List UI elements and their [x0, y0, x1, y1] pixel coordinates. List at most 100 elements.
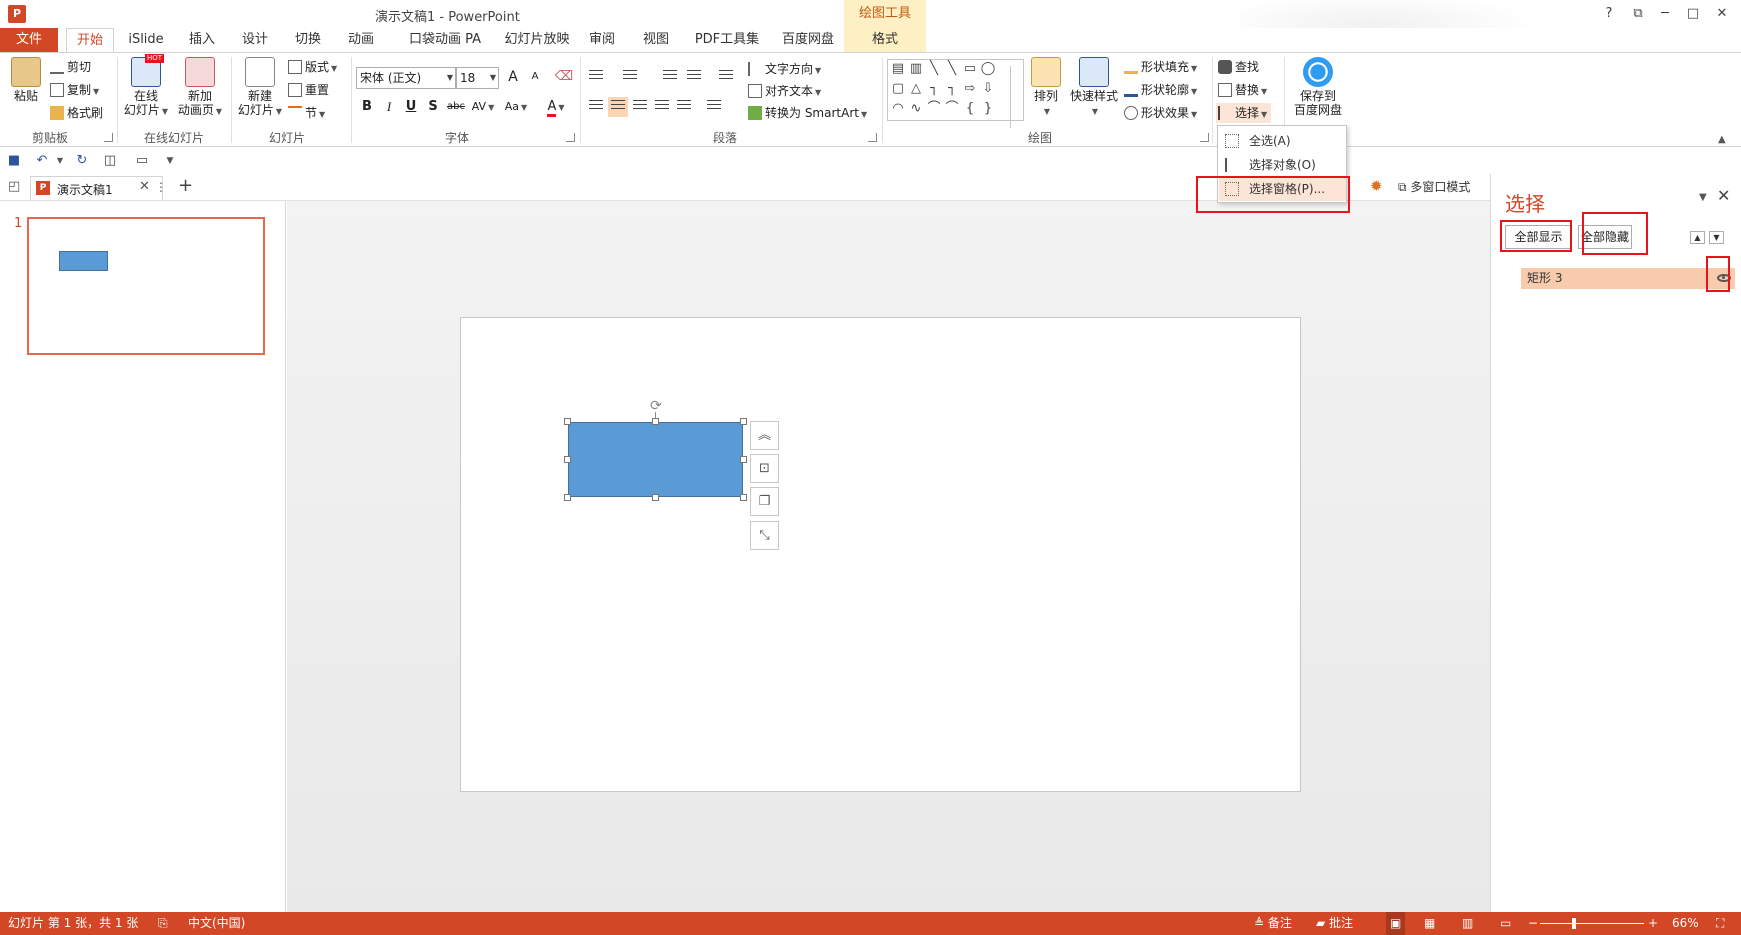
tab-home[interactable]: 开始 [66, 28, 114, 53]
tab-file[interactable]: 文件 [0, 28, 58, 52]
align-text-button[interactable]: 对齐文本 ▼ [748, 81, 821, 101]
presentation-icon[interactable]: ▭ [132, 151, 152, 171]
slide-sorter-icon[interactable]: ▦ [1424, 912, 1435, 935]
layout-button[interactable]: 版式 ▼ [288, 57, 337, 77]
right-arrow-shape-icon[interactable]: ⇨ [962, 82, 978, 96]
pane-options-icon[interactable]: ▼ [1699, 192, 1707, 203]
collapse-ribbon-icon[interactable]: ▲ [1718, 134, 1726, 145]
line-shape-icon[interactable]: ╲ [926, 62, 942, 76]
selection-item-rectangle[interactable]: 矩形 3 [1521, 268, 1735, 289]
curve-shape-icon[interactable]: ⌒ [944, 102, 960, 116]
comments-button[interactable]: ▰ 批注 [1316, 912, 1353, 935]
close-tab-icon[interactable]: ✕ [139, 179, 150, 194]
tab-islide[interactable]: iSlide [122, 28, 170, 52]
new-slide-button[interactable]: 新建 幻灯片 ▼ [236, 57, 284, 119]
paste-button[interactable]: 粘贴 [8, 57, 44, 103]
right-brace-shape-icon[interactable]: } [980, 102, 996, 116]
rectangle-shape[interactable] [568, 422, 743, 497]
shapes-gallery[interactable]: ▤ ▥ ╲ ╲ ▭ ◯ ▢ △ ┐ ┐ ⇨ ⇩ ◠ ∿ ⌒ ⌒ { } [887, 59, 1024, 128]
help-button[interactable]: ? [1599, 4, 1619, 24]
clear-formatting-icon[interactable]: ⌫ [554, 67, 574, 87]
triangle-shape-icon[interactable]: △ [908, 82, 924, 96]
grow-font-button[interactable]: A [503, 67, 523, 87]
scribble-shape-icon[interactable]: ∿ [908, 102, 924, 116]
minimize-button[interactable]: ─ [1655, 4, 1675, 24]
resize-handle-s[interactable] [652, 494, 659, 501]
menu-item-select-objects[interactable]: 选择对象(O) [1219, 153, 1346, 177]
bring-forward-button[interactable]: ▲ [1690, 231, 1705, 244]
convert-smartart-button[interactable]: 转换为 SmartArt ▼ [748, 103, 867, 123]
normal-view-icon[interactable]: ▣ [1386, 912, 1406, 935]
reading-view-icon[interactable]: ▥ [1462, 912, 1473, 935]
text-direction-button[interactable]: 文字方向 ▼ [748, 59, 821, 79]
maximize-button[interactable]: □ [1683, 4, 1703, 24]
tab-baidu-netdisk[interactable]: 百度网盘 [774, 28, 842, 52]
tab-transitions[interactable]: 切换 [284, 28, 332, 52]
line-spacing-button[interactable] [716, 67, 736, 87]
zoom-level[interactable]: 66% [1672, 912, 1699, 935]
new-tab-button[interactable]: + [178, 175, 193, 196]
arrow-line-shape-icon[interactable]: ╲ [944, 62, 960, 76]
section-button[interactable]: 节 ▼ [288, 103, 325, 123]
quick-styles-button[interactable]: 快速样式 ▼ [1066, 57, 1122, 119]
find-button[interactable]: 查找 [1218, 57, 1259, 77]
resize-handle-e[interactable] [740, 456, 747, 463]
font-launcher-icon[interactable] [566, 133, 575, 142]
tab-animations[interactable]: 动画 [337, 28, 385, 52]
tab-review[interactable]: 审阅 [580, 28, 624, 52]
reset-button[interactable]: 重置 [288, 80, 329, 100]
increase-indent-button[interactable] [684, 67, 704, 87]
tab-slideshow[interactable]: 幻灯片放映 [497, 28, 577, 52]
zoom-slider-thumb[interactable] [1572, 918, 1576, 929]
document-tab[interactable]: P 演示文稿1 ✕ ⋮ [30, 176, 167, 200]
oval-shape-icon[interactable]: ◯ [980, 62, 996, 76]
tab-pdf-tools[interactable]: PDF工具集 [692, 28, 762, 52]
copy-button[interactable]: 复制 ▼ [50, 80, 99, 100]
tab-view[interactable]: 视图 [633, 28, 679, 52]
underline-button[interactable]: U [401, 97, 421, 117]
multi-window-mode-button[interactable]: ⧉ 多窗口模式 [1398, 178, 1470, 195]
justify-button[interactable] [652, 97, 672, 117]
character-spacing-button[interactable]: AV ▼ [470, 97, 496, 117]
rounded-rect-shape-icon[interactable]: ▢ [890, 82, 906, 96]
spell-check-icon[interactable]: ⎘ [158, 912, 168, 935]
resize-handle-n[interactable] [652, 418, 659, 425]
vertical-textbox-shape-icon[interactable]: ▥ [908, 62, 924, 76]
customize-qat-icon[interactable]: ▼ [160, 151, 180, 171]
paragraph-launcher-icon[interactable] [868, 133, 877, 142]
down-arrow-shape-icon[interactable]: ⇩ [980, 82, 996, 96]
online-slides-button[interactable]: HOT 在线 幻灯片 ▼ [122, 54, 170, 119]
font-size-combo[interactable]: 18 ▼ [456, 67, 499, 89]
font-name-combo[interactable]: 宋体 (正文) ▼ [356, 67, 456, 89]
elbow-connector-shape-icon[interactable]: ┐ [926, 82, 942, 96]
menu-item-select-all[interactable]: 全选(A) [1219, 129, 1346, 153]
columns-button[interactable] [704, 97, 724, 117]
gallery-scroll-icon[interactable] [1010, 66, 1023, 128]
slide-thumbnail[interactable] [27, 217, 265, 355]
align-left-button[interactable] [586, 97, 606, 117]
left-brace-shape-icon[interactable]: { [962, 102, 978, 116]
gear-icon[interactable]: ✹ [1370, 177, 1383, 195]
rectangle-shape-icon[interactable]: ▭ [962, 62, 978, 76]
elbow-arrow-shape-icon[interactable]: ┐ [944, 82, 960, 96]
align-center-button[interactable] [608, 97, 628, 117]
cut-button[interactable]: 剪切 [50, 57, 91, 77]
tab-design[interactable]: 设计 [231, 28, 279, 52]
tab-insert[interactable]: 插入 [178, 28, 226, 52]
resize-handle-nw[interactable] [564, 418, 571, 425]
distributed-button[interactable] [674, 97, 694, 117]
italic-button[interactable]: I [379, 97, 399, 117]
change-case-button[interactable]: Aa ▼ [501, 97, 531, 117]
save-icon[interactable]: ■ [4, 151, 24, 171]
arrange-button[interactable]: 排列 ▼ [1030, 57, 1062, 119]
select-button[interactable]: 选择 ▼ [1216, 103, 1272, 123]
slide-canvas[interactable]: ⟳ ︽ ⊡ ❐ ⤡ [460, 317, 1301, 792]
align-center-float-icon[interactable]: ⊡ [750, 454, 779, 483]
send-backward-button[interactable]: ▼ [1709, 231, 1724, 244]
bold-button[interactable]: B [357, 97, 377, 117]
shape-effects-button[interactable]: 形状效果 ▼ [1124, 103, 1197, 123]
save-to-baidu-button[interactable]: 保存到 百度网盘 [1290, 57, 1346, 117]
drawing-launcher-icon[interactable] [1200, 133, 1209, 142]
zoom-in-button[interactable]: + [1648, 912, 1658, 935]
freeform-shape-icon[interactable]: ◠ [890, 102, 906, 116]
